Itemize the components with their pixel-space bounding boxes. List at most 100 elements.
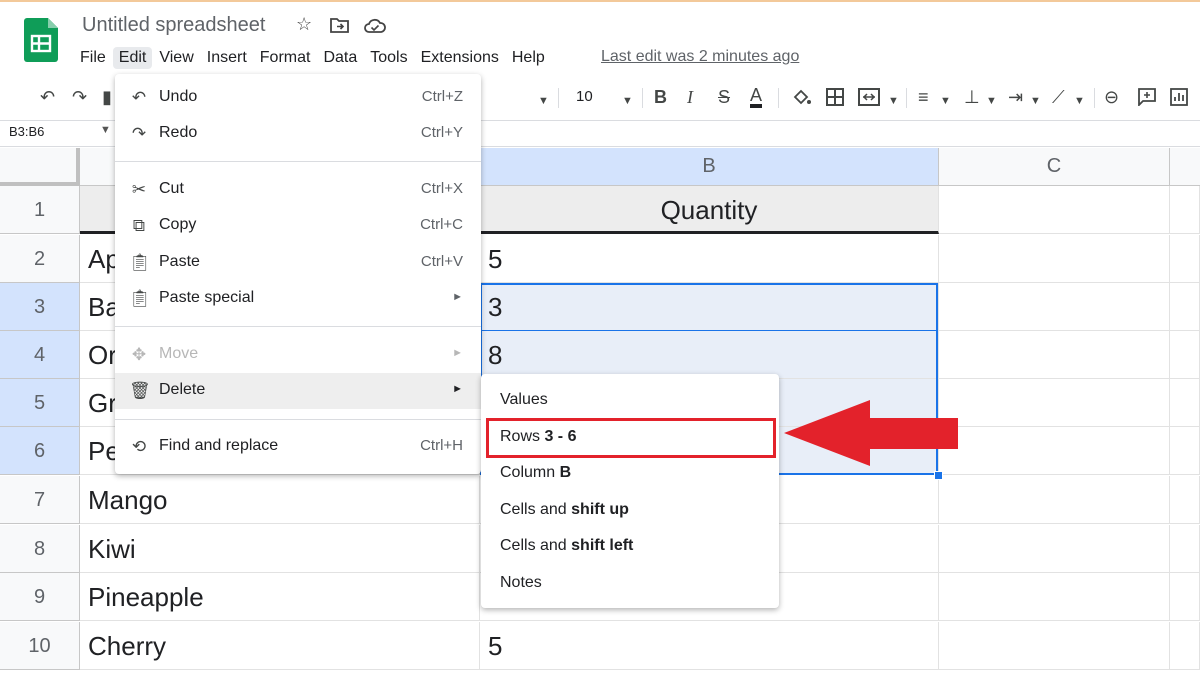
redo-icon: ↷ bbox=[131, 124, 147, 143]
submenu-arrow-icon: ► bbox=[452, 347, 463, 359]
cell-d8[interactable] bbox=[1170, 525, 1200, 573]
row-header-3[interactable]: 3 bbox=[0, 283, 80, 331]
copy-icon: ⧉ bbox=[132, 216, 146, 235]
cell-c5[interactable] bbox=[939, 379, 1170, 427]
submenu-item-values[interactable]: Values bbox=[481, 382, 779, 418]
cell-c3[interactable] bbox=[939, 283, 1170, 331]
label-bold: shift left bbox=[571, 537, 634, 554]
cell-c6[interactable] bbox=[939, 427, 1170, 475]
label-prefix: Column bbox=[500, 464, 560, 481]
clipboard-icon: 📋︎ bbox=[129, 289, 151, 308]
submenu-arrow-icon: ► bbox=[452, 291, 463, 303]
move-icon: ✥ bbox=[131, 345, 147, 364]
menu-item-shortcut: Ctrl+Y bbox=[420, 124, 463, 141]
submenu-item-label: Column B bbox=[500, 464, 571, 482]
cell-d5[interactable] bbox=[1170, 379, 1200, 427]
menu-item-paste[interactable]: 📋︎ Paste Ctrl+V bbox=[115, 245, 481, 281]
row-header-6[interactable]: 6 bbox=[0, 427, 80, 475]
row-header-4[interactable]: 4 bbox=[0, 331, 80, 379]
menu-item-label: Copy bbox=[159, 216, 197, 233]
menu-item-shortcut: Ctrl+V bbox=[420, 253, 463, 270]
submenu-item-label: Cells and shift left bbox=[500, 537, 633, 555]
row-header-10[interactable]: 10 bbox=[0, 622, 80, 670]
menu-item-label: Move bbox=[159, 345, 199, 362]
cell-b2[interactable]: 5 bbox=[480, 235, 939, 283]
menu-item-paste-special[interactable]: 📋︎ Paste special ► bbox=[115, 281, 481, 317]
submenu-item-delete-column[interactable]: Column B bbox=[481, 455, 779, 491]
menu-divider bbox=[115, 419, 481, 420]
menu-item-copy[interactable]: ⧉ Copy Ctrl+C bbox=[115, 208, 481, 244]
menu-item-label: Delete bbox=[159, 381, 206, 398]
menu-item-undo[interactable]: ↶ Undo Ctrl+Z bbox=[115, 80, 481, 116]
cell-a10[interactable]: Cherry bbox=[80, 622, 480, 670]
row-header-2[interactable]: 2 bbox=[0, 235, 80, 283]
menu-item-cut[interactable]: ✂ Cut Ctrl+X bbox=[115, 172, 481, 208]
row-header-7[interactable]: 7 bbox=[0, 476, 80, 524]
cell-d3[interactable] bbox=[1170, 283, 1200, 331]
fill-handle[interactable] bbox=[934, 471, 943, 480]
cell-c10[interactable] bbox=[939, 622, 1170, 670]
menu-item-shortcut: Ctrl+H bbox=[420, 437, 463, 454]
cell-a7[interactable]: Mango bbox=[80, 476, 480, 524]
label-bold: shift up bbox=[571, 501, 629, 518]
cell-d1[interactable] bbox=[1170, 186, 1200, 234]
column-header-c[interactable]: C bbox=[939, 148, 1170, 186]
submenu-arrow-icon: ► bbox=[452, 383, 463, 395]
label-prefix: Cells and bbox=[500, 537, 572, 554]
scissors-icon: ✂ bbox=[131, 180, 147, 199]
find-replace-icon: ⟲ bbox=[131, 437, 147, 456]
column-header-b[interactable]: B bbox=[480, 148, 939, 186]
menu-item-label: Find and replace bbox=[159, 437, 279, 454]
cell-b1[interactable]: Quantity bbox=[480, 186, 939, 234]
cell-b10[interactable]: 5 bbox=[480, 622, 939, 670]
clipboard-icon: 📋︎ bbox=[129, 253, 151, 272]
label-bold: B bbox=[559, 464, 572, 481]
row-header-1[interactable]: 1 bbox=[0, 186, 80, 234]
row-header-9[interactable]: 9 bbox=[0, 573, 80, 621]
cell-c7[interactable] bbox=[939, 476, 1170, 524]
cell-b3[interactable]: 3 bbox=[480, 283, 939, 331]
menu-item-shortcut: Ctrl+Z bbox=[421, 88, 463, 105]
submenu-item-shift-left[interactable]: Cells and shift left bbox=[481, 528, 779, 564]
row-header-8[interactable]: 8 bbox=[0, 525, 80, 573]
submenu-item-label: Cells and shift up bbox=[500, 501, 629, 519]
row-header-5[interactable]: 5 bbox=[0, 379, 80, 427]
cell-d2[interactable] bbox=[1170, 235, 1200, 283]
cell-d7[interactable] bbox=[1170, 476, 1200, 524]
edit-menu-dropdown: ↶ Undo Ctrl+Z ↷ Redo Ctrl+Y ✂ Cut Ctrl+X… bbox=[115, 74, 481, 474]
select-all-corner[interactable] bbox=[0, 148, 80, 186]
cell-c2[interactable] bbox=[939, 235, 1170, 283]
menu-item-label: Paste special bbox=[159, 289, 255, 306]
menu-item-label: Cut bbox=[159, 180, 184, 197]
submenu-item-label: Notes bbox=[500, 574, 542, 591]
column-header-d[interactable] bbox=[1170, 148, 1200, 186]
cell-c4[interactable] bbox=[939, 331, 1170, 379]
cell-d10[interactable] bbox=[1170, 622, 1200, 670]
cell-c1[interactable] bbox=[939, 186, 1170, 234]
menu-item-label: Undo bbox=[159, 88, 198, 105]
undo-icon: ↶ bbox=[131, 88, 147, 107]
submenu-item-shift-up[interactable]: Cells and shift up bbox=[481, 492, 779, 528]
submenu-item-notes[interactable]: Notes bbox=[481, 565, 779, 601]
menu-item-move: ✥ Move ► bbox=[115, 337, 481, 373]
trash-icon: 🗑︎ bbox=[129, 381, 151, 400]
cell-d4[interactable] bbox=[1170, 331, 1200, 379]
delete-submenu: Values Rows 3 - 6 Column B Cells and shi… bbox=[481, 374, 779, 608]
cell-a8[interactable]: Kiwi bbox=[80, 525, 480, 573]
cell-d6[interactable] bbox=[1170, 427, 1200, 475]
menu-item-shortcut: Ctrl+C bbox=[420, 216, 463, 233]
cell-b4[interactable]: 8 bbox=[480, 331, 939, 379]
menu-item-find-replace[interactable]: ⟲ Find and replace Ctrl+H bbox=[115, 429, 481, 465]
menu-item-shortcut: Ctrl+X bbox=[420, 180, 463, 197]
menu-item-redo[interactable]: ↷ Redo Ctrl+Y bbox=[115, 116, 481, 152]
menu-item-delete[interactable]: 🗑︎ Delete ► bbox=[115, 373, 481, 409]
cell-c8[interactable] bbox=[939, 525, 1170, 573]
menu-divider bbox=[115, 161, 481, 162]
cell-a9[interactable]: Pineapple bbox=[80, 573, 480, 621]
submenu-item-label: Values bbox=[500, 391, 548, 408]
label-prefix: Cells and bbox=[500, 501, 572, 518]
cell-d9[interactable] bbox=[1170, 573, 1200, 621]
menu-item-label: Paste bbox=[159, 253, 200, 270]
menu-divider bbox=[115, 326, 481, 327]
cell-c9[interactable] bbox=[939, 573, 1170, 621]
